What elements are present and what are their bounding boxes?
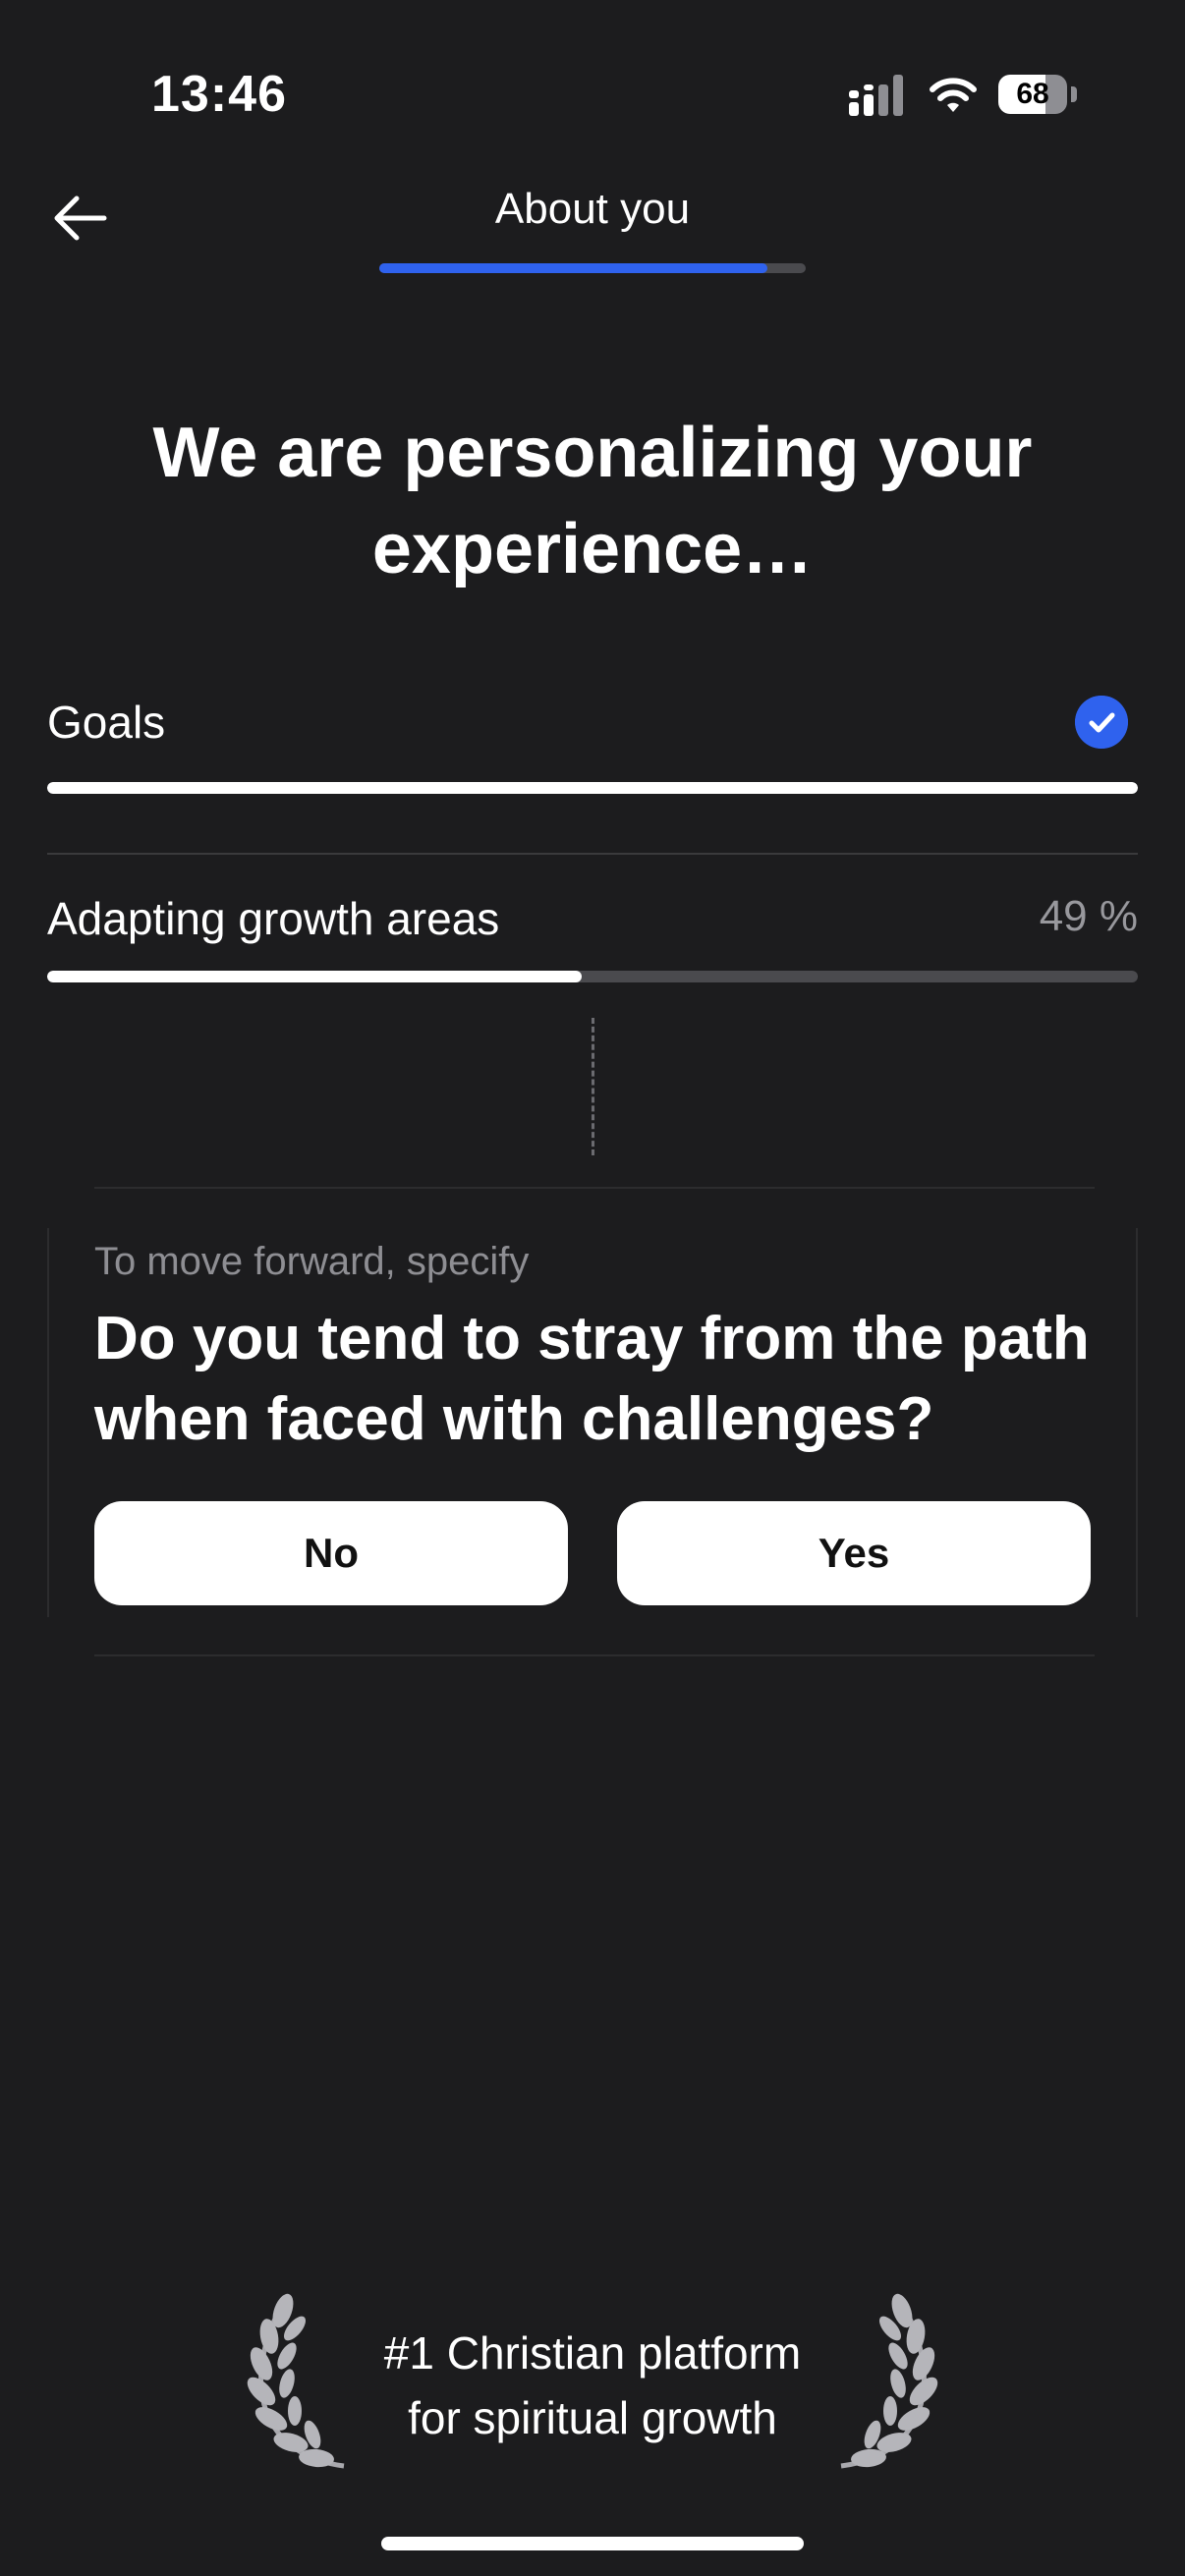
step-goals-progress-fill <box>47 782 1138 794</box>
battery-level: 68 <box>1016 78 1049 110</box>
cellular-signal-icon <box>849 75 903 116</box>
status-time: 13:46 <box>151 66 287 123</box>
question-hint: To move forward, specify <box>94 1240 530 1283</box>
laurel-right-icon <box>840 2293 938 2469</box>
header-progress-fill <box>379 263 767 273</box>
step-adapting-percent: 49 % <box>1039 892 1138 940</box>
home-indicator[interactable] <box>381 2537 804 2550</box>
footer-tagline: #1 Christian platform for spiritual grow… <box>373 2321 812 2450</box>
divider <box>47 853 1138 855</box>
card-border-right <box>1136 1228 1138 1617</box>
question-text: Do you tend to stray from the path when … <box>94 1305 1090 1453</box>
footer-line-1: #1 Christian platform <box>383 2327 802 2379</box>
dashed-connector <box>592 1018 594 1155</box>
step-goals-label: Goals <box>47 697 166 748</box>
battery-icon: 68 <box>998 73 1077 116</box>
page-title: About you <box>494 185 691 233</box>
laurel-left-icon <box>247 2293 345 2469</box>
step-adapting-progress-fill <box>47 971 582 982</box>
check-icon <box>1075 696 1128 749</box>
no-button[interactable]: No <box>94 1501 568 1605</box>
back-arrow-icon[interactable] <box>51 191 110 246</box>
card-border-bottom <box>94 1654 1095 1656</box>
step-adapting-label: Adapting growth areas <box>47 893 500 944</box>
step-goals-progress-track <box>47 782 1138 794</box>
wifi-icon <box>930 78 977 112</box>
yes-button[interactable]: Yes <box>617 1501 1091 1605</box>
card-border-left <box>47 1228 49 1617</box>
card-border-top <box>94 1187 1095 1189</box>
headline: We are personalizing your experience… <box>152 414 1033 588</box>
step-adapting-progress-track <box>47 971 1138 982</box>
footer-line-2: for spiritual growth <box>408 2392 777 2443</box>
header-progress-track <box>379 263 806 273</box>
